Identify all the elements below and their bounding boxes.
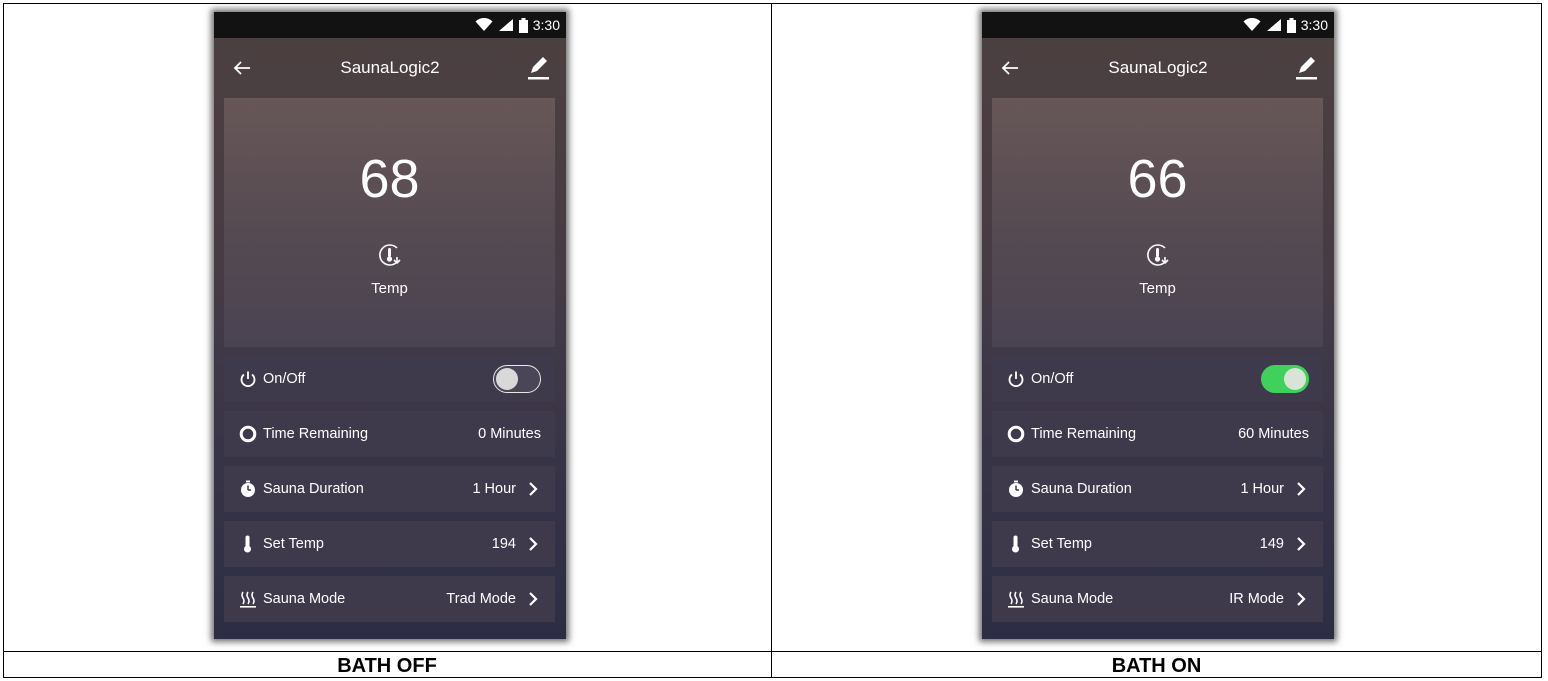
circle-icon bbox=[1007, 425, 1025, 443]
table-divider-vertical bbox=[771, 3, 772, 678]
sauna-duration-value: 1 Hour bbox=[1240, 481, 1284, 497]
chevron-right-icon bbox=[1297, 537, 1306, 551]
on-off-row: On/Off bbox=[992, 356, 1323, 402]
caption-bath-off: BATH OFF bbox=[337, 655, 437, 677]
sauna-mode-label: Sauna Mode bbox=[263, 591, 346, 607]
temperature-label: Temp bbox=[371, 280, 408, 297]
on-off-label: On/Off bbox=[1031, 371, 1074, 387]
set-temp-label: Set Temp bbox=[263, 536, 324, 552]
current-temperature: 68 bbox=[359, 149, 420, 209]
table-border-right bbox=[1541, 3, 1542, 678]
sauna-duration-row[interactable]: Sauna Duration 1 Hour bbox=[992, 466, 1323, 512]
on-off-label: On/Off bbox=[263, 371, 306, 387]
sauna-mode-value: Trad Mode bbox=[446, 591, 516, 607]
chevron-right-icon bbox=[529, 537, 538, 551]
chevron-right-icon bbox=[529, 482, 538, 496]
set-temp-value: 149 bbox=[1259, 536, 1284, 552]
sauna-mode-row[interactable]: Sauna Mode Trad Mode bbox=[224, 576, 555, 622]
pencil-icon[interactable] bbox=[524, 52, 552, 82]
time-remaining-value: 0 Minutes bbox=[478, 426, 541, 442]
heat-waves-icon bbox=[239, 590, 257, 608]
sauna-mode-label: Sauna Mode bbox=[1031, 591, 1114, 607]
current-temperature: 66 bbox=[1127, 149, 1188, 209]
wifi-icon bbox=[475, 18, 493, 31]
power-icon bbox=[1007, 370, 1025, 388]
thermometer-icon bbox=[1007, 535, 1025, 553]
pencil-icon[interactable] bbox=[1292, 52, 1320, 82]
stopwatch-icon bbox=[239, 480, 257, 498]
power-toggle[interactable] bbox=[493, 365, 541, 393]
battery-icon bbox=[518, 17, 528, 33]
chevron-right-icon bbox=[529, 592, 538, 606]
temperature-label: Temp bbox=[1139, 280, 1176, 297]
phone-screen-bath-off: 3:30 SaunaLogic2 68 Temp On/Off Time Rem… bbox=[214, 12, 566, 639]
heat-waves-icon bbox=[1007, 590, 1025, 608]
table-border-top bbox=[3, 3, 1542, 4]
power-icon bbox=[239, 370, 257, 388]
power-toggle[interactable] bbox=[1261, 365, 1309, 393]
thermometer-cycle-icon bbox=[379, 244, 401, 266]
table-divider-horizontal bbox=[3, 651, 1542, 652]
circle-icon bbox=[239, 425, 257, 443]
time-remaining-label: Time Remaining bbox=[1031, 426, 1137, 442]
set-temp-label: Set Temp bbox=[1031, 536, 1092, 552]
phone-screen-bath-on: 3:30 SaunaLogic2 66 Temp On/Off Time Rem… bbox=[982, 12, 1334, 639]
signal-icon bbox=[498, 19, 513, 31]
app-bar: SaunaLogic2 bbox=[982, 38, 1334, 98]
app-title: SaunaLogic2 bbox=[340, 58, 440, 77]
stopwatch-icon bbox=[1007, 480, 1025, 498]
time-remaining-label: Time Remaining bbox=[263, 426, 369, 442]
time-remaining-value: 60 Minutes bbox=[1238, 426, 1309, 442]
temperature-card: 66 Temp bbox=[992, 98, 1323, 347]
set-temp-row[interactable]: Set Temp 149 bbox=[992, 521, 1323, 567]
sauna-duration-label: Sauna Duration bbox=[263, 481, 364, 497]
sauna-duration-value: 1 Hour bbox=[472, 481, 516, 497]
time-remaining-row: Time Remaining 0 Minutes bbox=[224, 411, 555, 457]
time-remaining-row: Time Remaining 60 Minutes bbox=[992, 411, 1323, 457]
app-bar: SaunaLogic2 bbox=[214, 38, 566, 98]
chevron-right-icon bbox=[1297, 592, 1306, 606]
sauna-duration-label: Sauna Duration bbox=[1031, 481, 1132, 497]
sauna-mode-value: IR Mode bbox=[1229, 591, 1284, 607]
battery-icon bbox=[1286, 17, 1296, 33]
status-time: 3:30 bbox=[532, 17, 560, 33]
signal-icon bbox=[1266, 19, 1281, 31]
sauna-duration-row[interactable]: Sauna Duration 1 Hour bbox=[224, 466, 555, 512]
caption-bath-on: BATH ON bbox=[1111, 655, 1202, 677]
toggle-knob bbox=[496, 367, 518, 390]
status-time: 3:30 bbox=[1300, 17, 1328, 33]
set-temp-row[interactable]: Set Temp 194 bbox=[224, 521, 555, 567]
chevron-right-icon bbox=[1297, 482, 1306, 496]
status-bar: 3:30 bbox=[214, 12, 566, 38]
on-off-row: On/Off bbox=[224, 356, 555, 402]
thermometer-icon bbox=[239, 535, 257, 553]
table-border-left bbox=[3, 3, 4, 678]
wifi-icon bbox=[1243, 18, 1261, 31]
set-temp-value: 194 bbox=[491, 536, 516, 552]
sauna-mode-row[interactable]: Sauna Mode IR Mode bbox=[992, 576, 1323, 622]
temperature-card: 68 Temp bbox=[224, 98, 555, 347]
app-title: SaunaLogic2 bbox=[1108, 58, 1208, 77]
status-bar: 3:30 bbox=[982, 12, 1334, 38]
thermometer-cycle-icon bbox=[1147, 244, 1169, 266]
toggle-knob bbox=[1284, 368, 1306, 390]
